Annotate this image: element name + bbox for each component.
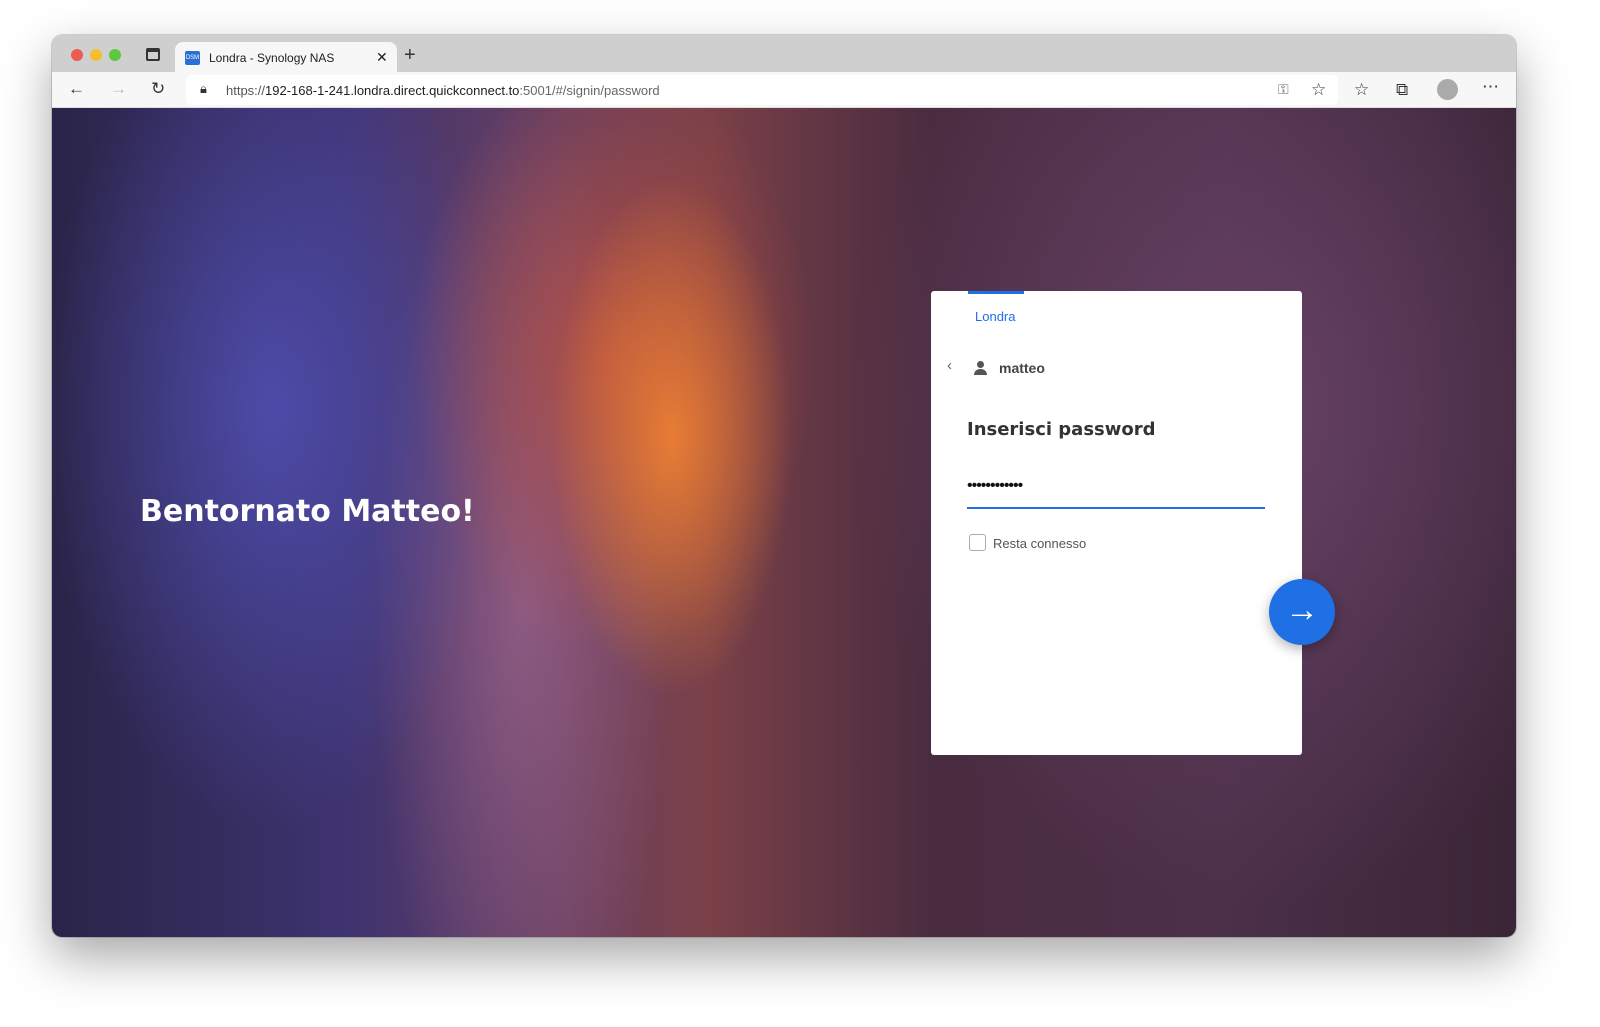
dsm-favicon-icon: DSM	[185, 51, 200, 65]
close-tab-icon[interactable]: ✕	[376, 49, 388, 66]
url-text: https://192-168-1-241.londra.direct.quic…	[226, 83, 660, 98]
reload-icon[interactable]: ↻	[151, 80, 165, 97]
favorites-icon[interactable]: ☆	[1354, 81, 1369, 98]
tab-actions-icon[interactable]	[146, 48, 160, 61]
sign-in-arrow-button[interactable]: →	[1269, 579, 1335, 645]
password-value: ••••••••••••	[967, 477, 1023, 494]
url-scheme: https://	[226, 83, 266, 98]
login-card: Londra ‹ matteo Inserisci password •••••…	[931, 291, 1302, 755]
remember-label[interactable]: Resta connesso	[993, 536, 1086, 551]
server-tab-indicator	[968, 291, 1024, 294]
key-icon[interactable]: ⚿	[1278, 82, 1289, 96]
password-input[interactable]: ••••••••••••	[967, 471, 1265, 509]
new-tab-button[interactable]: +	[404, 45, 416, 65]
collections-icon[interactable]: ⧉	[1396, 81, 1408, 98]
address-bar[interactable]: 🔒︎ https://192-168-1-241.londra.direct.q…	[186, 75, 1338, 105]
username: matteo	[999, 360, 1045, 376]
remember-checkbox[interactable]	[969, 534, 986, 551]
close-window-button[interactable]	[71, 49, 83, 61]
tab-title: Londra - Synology NAS	[209, 51, 335, 65]
tab-bar: DSM Londra - Synology NAS ✕ +	[52, 35, 1516, 72]
page-content: Bentornato Matteo! Londra ‹ matteo Inser…	[52, 108, 1516, 937]
lock-icon[interactable]: 🔒︎	[200, 82, 207, 95]
back-icon[interactable]: ←	[68, 80, 85, 97]
more-menu-icon[interactable]: ⋯	[1482, 78, 1499, 95]
forward-icon[interactable]: →	[110, 80, 127, 97]
browser-toolbar: ← → ↻ 🔒︎ https://192-168-1-241.londra.di…	[52, 72, 1516, 108]
tab-active[interactable]: DSM Londra - Synology NAS ✕	[175, 42, 397, 72]
back-chevron-icon[interactable]: ‹	[947, 357, 952, 374]
url-path: :5001/#/signin/password	[519, 83, 660, 98]
user-icon	[973, 361, 987, 375]
minimize-window-button[interactable]	[90, 49, 102, 61]
password-heading: Inserisci password	[967, 419, 1156, 440]
server-tab[interactable]: Londra	[975, 309, 1015, 324]
browser-window: DSM Londra - Synology NAS ✕ + ← → ↻ 🔒︎ h…	[52, 35, 1516, 937]
url-host: 192-168-1-241.londra.direct.quickconnect…	[265, 83, 520, 98]
add-favorite-icon[interactable]: ☆	[1311, 81, 1326, 98]
welcome-heading: Bentornato Matteo!	[140, 494, 475, 529]
zoom-window-button[interactable]	[109, 49, 121, 61]
profile-avatar[interactable]	[1437, 79, 1458, 100]
